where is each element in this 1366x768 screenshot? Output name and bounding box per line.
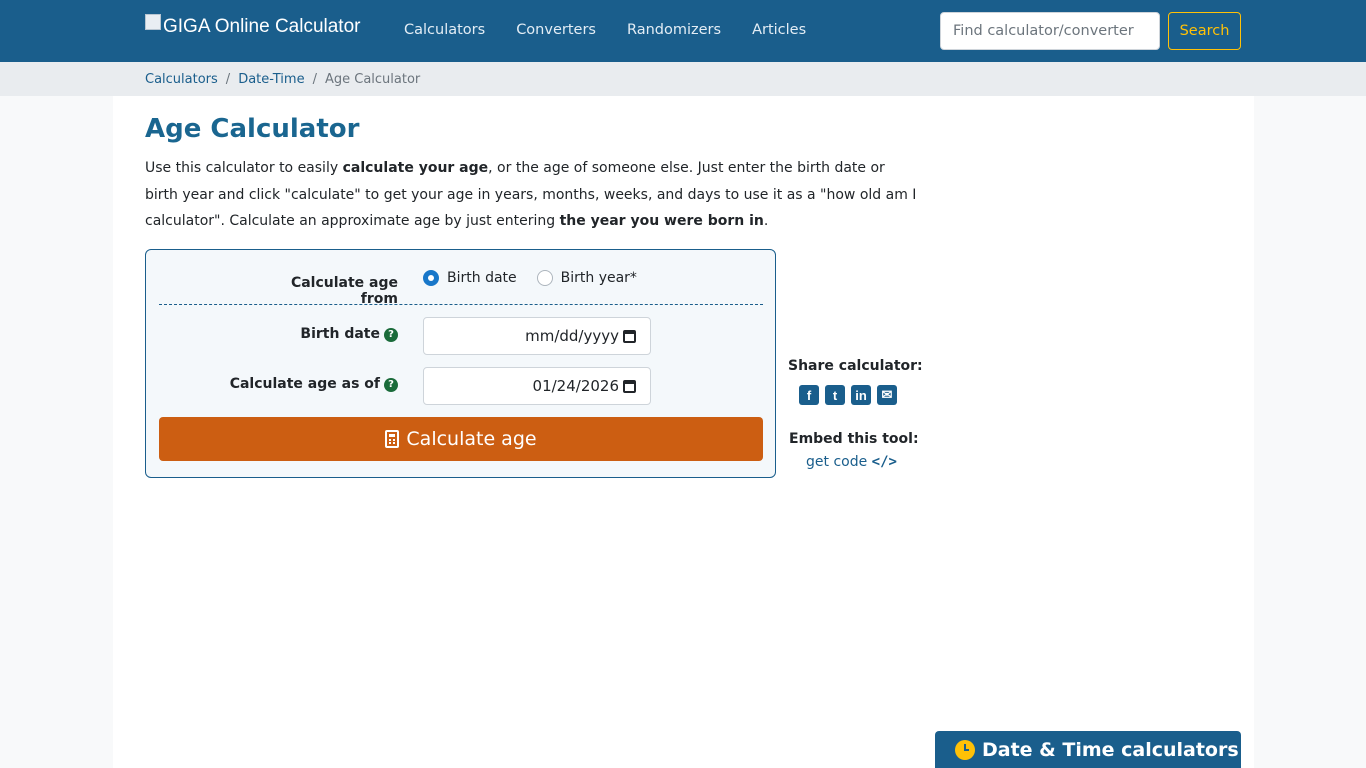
intro-bold: the year you were born in	[559, 213, 764, 229]
share-title: Share calculator:	[788, 358, 923, 374]
brand-name: GIGA Online Calculator	[163, 16, 361, 37]
search-button[interactable]: Search	[1168, 12, 1241, 50]
breadcrumb-current: Age Calculator	[324, 72, 421, 87]
email-icon[interactable]: ✉	[877, 385, 897, 405]
nav-links: Calculators Converters Randomizers Artic…	[404, 22, 806, 38]
date-time-calculators-panel[interactable]: Date & Time calculators	[935, 731, 1241, 768]
birth-date-value: mm/dd/yyyy	[525, 327, 619, 345]
calendar-icon[interactable]	[623, 329, 636, 343]
nav-link-converters[interactable]: Converters	[516, 22, 596, 38]
intro-part: Use this calculator to easily	[145, 160, 343, 176]
date-time-panel-title: Date & Time calculators	[982, 738, 1239, 761]
radio-birth-date-label[interactable]: Birth date	[447, 270, 517, 286]
nav-link-articles[interactable]: Articles	[752, 22, 806, 38]
breadcrumb: Calculators / Date-Time / Age Calculator	[145, 72, 420, 87]
birth-date-input[interactable]: mm/dd/yyyy	[423, 317, 651, 355]
page-title: Age Calculator	[145, 114, 360, 144]
help-icon[interactable]: ?	[384, 378, 398, 392]
radio-birth-year[interactable]	[536, 270, 553, 286]
calculate-age-button-label: Calculate age	[406, 428, 537, 450]
divider	[159, 304, 763, 305]
nav-link-randomizers[interactable]: Randomizers	[627, 22, 721, 38]
radio-birth-year-label[interactable]: Birth year*	[561, 270, 637, 286]
help-icon[interactable]: ?	[384, 328, 398, 342]
twitter-icon[interactable]: t	[825, 385, 845, 405]
intro-text: Use this calculator to easily calculate …	[145, 155, 920, 235]
clock-icon	[955, 739, 975, 760]
search-input[interactable]	[940, 12, 1160, 50]
radio-birth-date[interactable]	[423, 270, 439, 286]
site-logo[interactable]: GIGA Online Calculator	[145, 14, 361, 38]
birth-date-label: Birth date	[300, 326, 380, 342]
broken-image-icon	[145, 14, 161, 30]
linkedin-icon[interactable]: in	[851, 385, 871, 405]
nav-link-calculators[interactable]: Calculators	[404, 22, 485, 38]
birth-date-label-row: Birth date?	[246, 326, 398, 342]
calc-from-label: Calculate age from	[290, 275, 398, 307]
breadcrumb-link-calculators[interactable]: Calculators	[145, 72, 218, 87]
calculate-age-button[interactable]: Calculate age	[159, 417, 763, 461]
calendar-icon[interactable]	[623, 379, 636, 393]
navbar: GIGA Online Calculator Calculators Conve…	[0, 0, 1366, 62]
share-icons: f t in ✉	[799, 385, 897, 405]
breadcrumb-bar: Calculators / Date-Time / Age Calculator	[0, 62, 1366, 96]
get-code-label: get code	[806, 454, 868, 470]
code-icon: </>	[871, 454, 897, 470]
calculator-icon	[385, 430, 400, 448]
age-calculator-form: Calculate age from Birth date Birth year…	[145, 249, 776, 478]
calc-as-of-input[interactable]: 01/24/2026	[423, 367, 651, 405]
breadcrumb-separator: /	[312, 72, 317, 87]
breadcrumb-link-date-time[interactable]: Date-Time	[238, 72, 304, 87]
embed-title: Embed this tool:	[789, 431, 919, 447]
calc-as-of-label: Calculate age as of	[229, 376, 380, 392]
calc-from-radio-group: Birth date Birth year*	[423, 270, 657, 286]
intro-bold: calculate your age	[342, 160, 489, 176]
calc-as-of-value: 01/24/2026	[532, 377, 619, 395]
intro-part: .	[763, 213, 769, 229]
get-code-link[interactable]: get code </>	[806, 454, 897, 470]
facebook-icon[interactable]: f	[799, 385, 819, 405]
breadcrumb-separator: /	[225, 72, 231, 87]
calc-as-of-label-row: Calculate age as of?	[206, 376, 398, 392]
